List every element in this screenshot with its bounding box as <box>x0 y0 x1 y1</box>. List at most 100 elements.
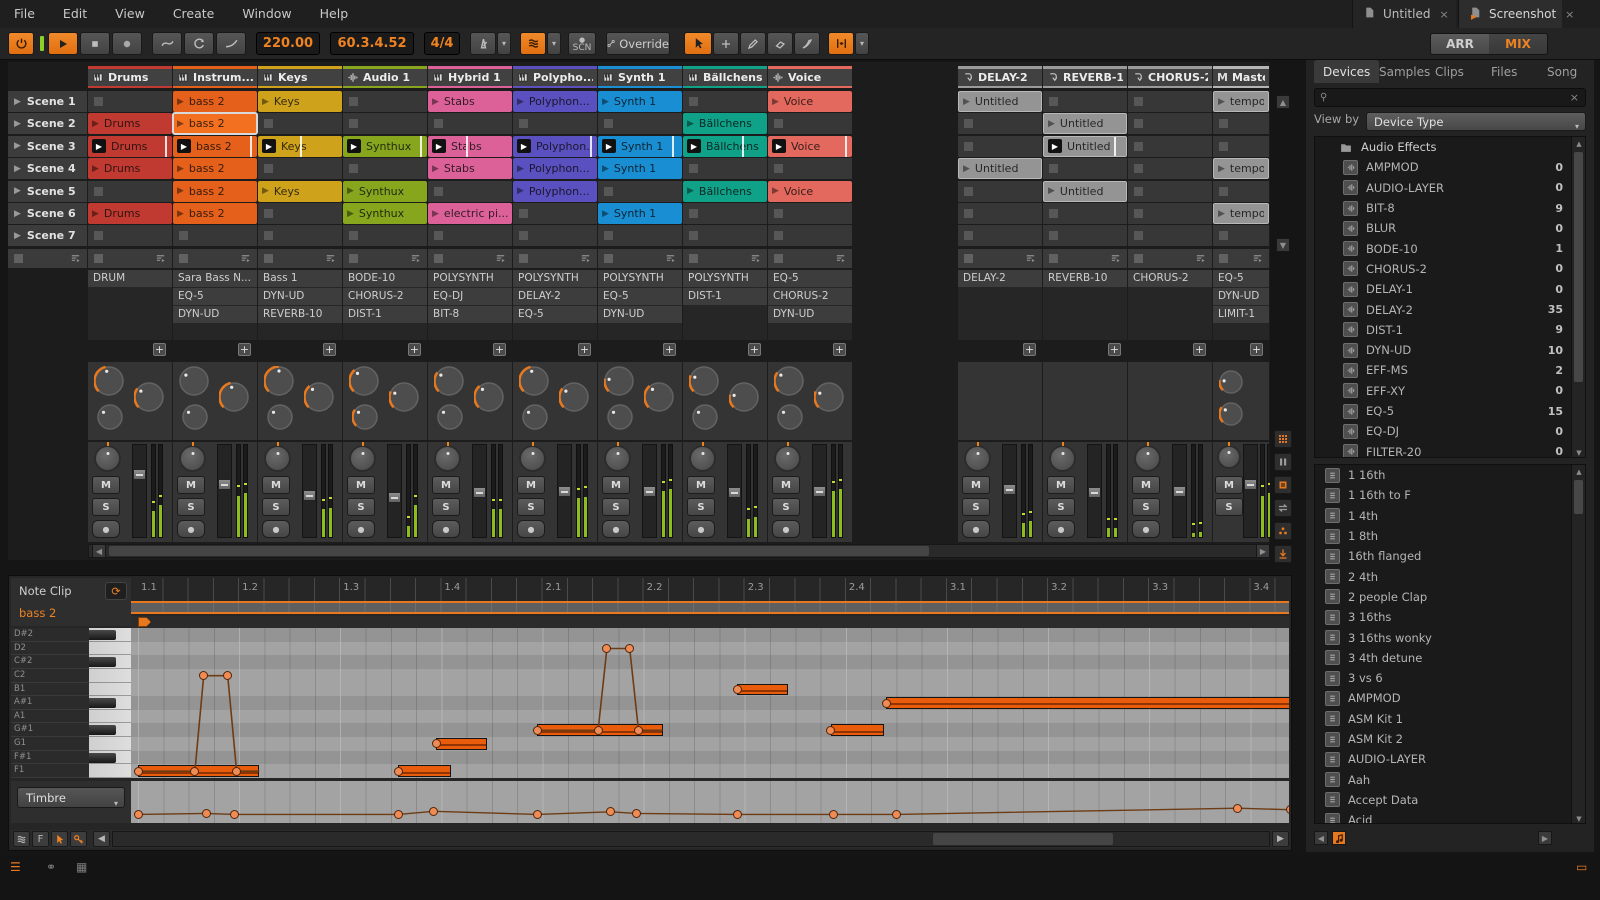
empty-clip-slot[interactable] <box>88 91 172 112</box>
close-icon[interactable]: × <box>1437 8 1450 21</box>
macro-knob[interactable] <box>437 404 463 430</box>
device-bode-10[interactable]: BODE-10 <box>343 270 427 287</box>
track-stop-row[interactable] <box>513 249 597 268</box>
device-item-filter-20[interactable]: FILTER-20 0 <box>1315 441 1585 457</box>
add-device-button[interactable]: + <box>493 343 506 356</box>
device-item-dyn-ud[interactable]: DYN-UD 10 <box>1315 340 1585 360</box>
empty-clip-slot[interactable] <box>88 225 172 247</box>
device-item-eff-xy[interactable]: EFF-XY 0 <box>1315 381 1585 401</box>
select-notes-button[interactable] <box>51 831 68 847</box>
device-list-scrollbar[interactable]: ▲ ▼ <box>1571 137 1585 457</box>
launcher-scrollbar[interactable] <box>88 544 1270 558</box>
arm-button[interactable]: ● <box>177 520 205 538</box>
empty-clip-slot[interactable] <box>513 203 597 224</box>
punch-button[interactable] <box>216 32 246 55</box>
device-polysynth[interactable]: POLYSYNTH <box>513 270 597 287</box>
expression-handle[interactable] <box>133 809 143 819</box>
device-dyn-ud[interactable]: DYN-UD <box>1213 288 1269 305</box>
volume-fader[interactable] <box>1172 444 1187 538</box>
device-item-eq-dj[interactable]: EQ-DJ 0 <box>1315 421 1585 441</box>
follow-dropdown[interactable]: ▾ <box>855 32 869 55</box>
clip-untitled[interactable]: ▶ Untitled <box>958 91 1042 112</box>
insert-icon[interactable] <box>1274 545 1292 563</box>
mix-view-button[interactable]: MIX <box>1489 34 1547 54</box>
preset-item-asm-kit-1[interactable]: ASM Kit 1 <box>1315 709 1585 729</box>
scrollbar-thumb[interactable] <box>933 833 1113 845</box>
device-dyn-ud[interactable]: DYN-UD <box>173 306 257 323</box>
clip-tempo[interactable]: ▶ tempo <box>1213 203 1269 224</box>
device-item-bode-10[interactable]: BODE-10 1 <box>1315 238 1585 258</box>
view-by-dropdown[interactable]: Device Type ▾ <box>1366 112 1586 131</box>
knife-tool-button[interactable] <box>794 32 820 55</box>
clip-tempo[interactable]: ▶ tempo <box>1213 158 1269 180</box>
add-device-button[interactable]: + <box>578 343 591 356</box>
track-header[interactable]: Keys <box>258 66 342 88</box>
black-key-ds2[interactable] <box>89 629 116 640</box>
empty-clip-slot[interactable] <box>683 225 767 247</box>
clip-synthux[interactable]: ▶ Synthux <box>343 203 427 224</box>
browser-next-button[interactable]: ▶ <box>1538 831 1552 845</box>
play-start-marker[interactable] <box>138 617 151 627</box>
mute-button[interactable]: M <box>347 476 375 494</box>
macro-knob[interactable] <box>93 365 124 396</box>
fader-handle[interactable] <box>728 487 741 499</box>
device-bit-8[interactable]: BIT-8 <box>428 306 512 323</box>
expression-handle[interactable] <box>1286 805 1289 815</box>
mute-button[interactable]: M <box>92 476 120 494</box>
empty-clip-slot[interactable] <box>1213 135 1269 157</box>
empty-clip-slot[interactable] <box>768 158 852 180</box>
solo-button[interactable]: S <box>1215 498 1243 516</box>
fader-handle[interactable] <box>1003 483 1016 495</box>
clip-stabs[interactable]: ▶ Stabs <box>428 91 512 112</box>
empty-clip-slot[interactable] <box>258 203 342 224</box>
empty-clip-slot[interactable] <box>1213 180 1269 202</box>
device-item-dist-1[interactable]: DIST-1 9 <box>1315 320 1585 340</box>
empty-clip-slot[interactable] <box>1213 225 1269 247</box>
preset-item-acid[interactable]: Acid <box>1315 810 1585 823</box>
empty-clip-slot[interactable] <box>258 225 342 247</box>
fader-handle[interactable] <box>218 479 231 491</box>
preset-item-2-people-clap[interactable]: 2 people Clap <box>1315 587 1585 607</box>
scene-launch-4[interactable]: ▶ Scene 4 <box>8 158 87 180</box>
clip-keys[interactable]: ▶ Keys <box>258 91 342 112</box>
device-polysynth[interactable]: POLYSYNTH <box>683 270 767 287</box>
audition-button[interactable] <box>1332 831 1346 845</box>
arm-button[interactable]: ● <box>1132 520 1160 538</box>
project-folder-icon[interactable]: ▭ <box>1576 860 1587 874</box>
empty-clip-slot[interactable] <box>1128 135 1212 157</box>
scrollbar-thumb[interactable] <box>109 546 929 556</box>
empty-clip-slot[interactable] <box>258 158 342 180</box>
clip-b-llchens[interactable]: ▶ Bällchens <box>683 135 767 157</box>
scene-launch-1[interactable]: ▶ Scene 1 <box>8 91 87 112</box>
loop-toggle-button[interactable]: ⟳ <box>105 582 127 600</box>
clip-synth-1[interactable]: ▶ Synth 1 <box>598 91 682 112</box>
device-drum[interactable]: DRUM <box>88 270 172 287</box>
clip-untitled[interactable]: ▶ Untitled <box>1043 113 1127 135</box>
add-device-button[interactable]: + <box>1193 343 1206 356</box>
clip-grid-icon[interactable] <box>1274 430 1292 448</box>
note-handle[interactable] <box>593 725 603 735</box>
track-stop-row[interactable] <box>258 249 342 268</box>
pan-knob[interactable] <box>519 442 546 472</box>
editor-scroll-left[interactable]: ◀ <box>93 831 110 847</box>
device-chorus-2[interactable]: CHORUS-2 <box>1128 270 1212 287</box>
macro-knob[interactable] <box>133 382 164 412</box>
macro-knob[interactable] <box>643 382 674 412</box>
macro-knob[interactable] <box>1218 402 1243 426</box>
empty-clip-slot[interactable] <box>768 225 852 247</box>
empty-clip-slot[interactable] <box>1043 158 1127 180</box>
empty-clip-slot[interactable] <box>428 225 512 247</box>
preset-item-1-8th[interactable]: 1 8th <box>1315 526 1585 546</box>
volume-fader[interactable] <box>727 444 742 538</box>
fader-handle[interactable] <box>643 485 656 497</box>
groove-dropdown[interactable]: ▾ <box>547 32 561 55</box>
mute-button[interactable]: M <box>772 476 800 494</box>
track-stop-row[interactable] <box>1043 249 1127 268</box>
pan-knob[interactable] <box>1049 442 1076 472</box>
preset-item-3-16ths[interactable]: 3 16ths <box>1315 607 1585 627</box>
empty-clip-slot[interactable] <box>343 113 427 135</box>
macro-knob[interactable] <box>1218 370 1243 394</box>
track-stop-row[interactable] <box>598 249 682 268</box>
device-dyn-ud[interactable]: DYN-UD <box>598 306 682 323</box>
macro-knob[interactable] <box>348 366 379 396</box>
